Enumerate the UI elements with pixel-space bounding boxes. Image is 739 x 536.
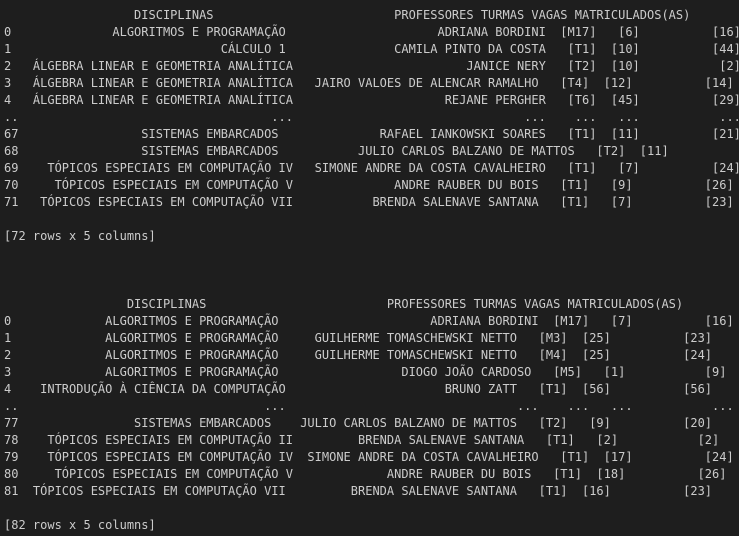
dataframe-row: 80 TÓPICOS ESPECIAIS EM COMPUTAÇÃO V AND… — [4, 467, 727, 481]
dataframe-header-row: DISCIPLINAS PROFESSORES TURMAS VAGAS MAT… — [4, 8, 691, 22]
dataframe-row: 78 TÓPICOS ESPECIAIS EM COMPUTAÇÃO II BR… — [4, 433, 720, 447]
dataframe-ellipsis-row: .. ... ... ... ... ... — [4, 110, 739, 124]
dataframe-ellipsis-row: .. ... ... ... ... ... — [4, 399, 734, 413]
dataframe-row: 0 ALGORITMOS E PROGRAMAÇÃO ADRIANA BORDI… — [4, 314, 734, 328]
dataframe-output-2: DISCIPLINAS PROFESSORES TURMAS VAGAS MAT… — [4, 296, 739, 534]
dataframe-row: 81 TÓPICOS ESPECIAIS EM COMPUTAÇÃO VII B… — [4, 484, 713, 498]
dataframe-row: 70 TÓPICOS ESPECIAIS EM COMPUTAÇÃO V AND… — [4, 178, 734, 192]
dataframe-header-row: DISCIPLINAS PROFESSORES TURMAS VAGAS MAT… — [4, 297, 684, 311]
dataframe-row: 3 ALGORITMOS E PROGRAMAÇÃO DIOGO JOÃO CA… — [4, 365, 727, 379]
dataframe-row: 2 ALGORITMOS E PROGRAMAÇÃO GUILHERME TOM… — [4, 348, 713, 362]
dataframe-row: 4 INTRODUÇÃO À CIÊNCIA DA COMPUTAÇÃO BRU… — [4, 382, 713, 396]
dataframe-shape-footer: [72 rows x 5 columns] — [4, 229, 156, 243]
terminal-output: DISCIPLINAS PROFESSORES TURMAS VAGAS MAT… — [4, 7, 739, 534]
dataframe-row: 67 SISTEMAS EMBARCADOS RAFAEL IANKOWSKI … — [4, 127, 739, 141]
dataframe-row: 1 CÁLCULO 1 CAMILA PINTO DA COSTA [T1] [… — [4, 42, 739, 56]
dataframe-row: 1 ALGORITMOS E PROGRAMAÇÃO GUILHERME TOM… — [4, 331, 713, 345]
dataframe-output-1: DISCIPLINAS PROFESSORES TURMAS VAGAS MAT… — [4, 7, 739, 245]
dataframe-row: 79 TÓPICOS ESPECIAIS EM COMPUTAÇÃO IV SI… — [4, 450, 734, 464]
dataframe-shape-footer: [82 rows x 5 columns] — [4, 518, 156, 532]
dataframe-row: 69 TÓPICOS ESPECIAIS EM COMPUTAÇÃO IV SI… — [4, 161, 739, 175]
dataframe-row: 3 ÁLGEBRA LINEAR E GEOMETRIA ANALÍTICA J… — [4, 76, 734, 90]
dataframe-row: 2 ÁLGEBRA LINEAR E GEOMETRIA ANALÍTICA J… — [4, 59, 739, 73]
dataframe-row: 0 ALGORITMOS E PROGRAMAÇÃO ADRIANA BORDI… — [4, 25, 739, 39]
dataframe-row: 77 SISTEMAS EMBARCADOS JULIO CARLOS BALZ… — [4, 416, 713, 430]
dataframe-row: 4 ÁLGEBRA LINEAR E GEOMETRIA ANALÍTICA R… — [4, 93, 739, 107]
dataframe-row: 68 SISTEMAS EMBARCADOS JULIO CARLOS BALZ… — [4, 144, 739, 158]
dataframe-row: 71 TÓPICOS ESPECIAIS EM COMPUTAÇÃO VII B… — [4, 195, 734, 209]
